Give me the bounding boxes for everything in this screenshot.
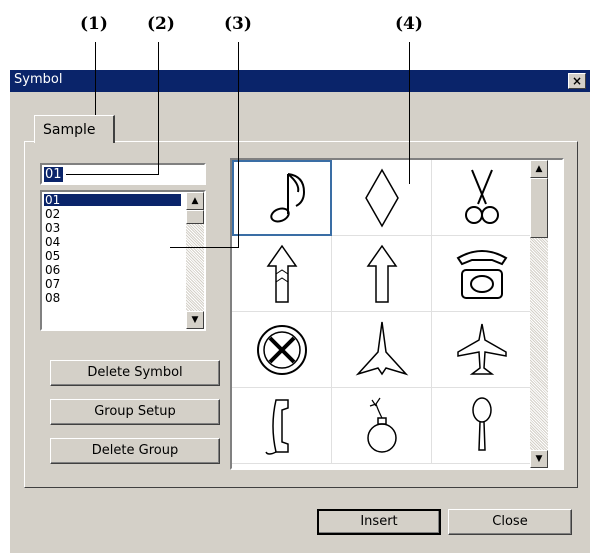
airplane-icon	[457, 323, 507, 375]
music-note-icon	[270, 173, 306, 223]
jet-icon	[355, 321, 409, 376]
callout-3: (3)	[224, 14, 252, 34]
scissors-icon	[465, 169, 499, 224]
list-item[interactable]: 01	[44, 194, 181, 206]
list-item[interactable]: 04	[44, 236, 181, 248]
leader-line-2	[158, 42, 159, 174]
wheel-icon	[257, 325, 307, 375]
tab-sample[interactable]: Sample	[34, 115, 115, 143]
symbol-name-value: 01	[44, 167, 63, 182]
arrow-up-icon	[266, 244, 298, 303]
scroll-thumb[interactable]	[530, 178, 548, 238]
bomb-icon	[367, 397, 397, 453]
scroll-up-icon[interactable]: ▲	[186, 192, 204, 210]
symbol-cell[interactable]	[432, 312, 532, 388]
scroll-down-icon[interactable]: ▼	[530, 450, 548, 468]
symbol-cell[interactable]	[232, 236, 332, 312]
symbol-cell[interactable]	[232, 388, 332, 464]
scroll-thumb[interactable]	[186, 210, 204, 224]
symbol-cell[interactable]	[332, 312, 432, 388]
symbol-cell[interactable]	[332, 388, 432, 464]
symbol-cell[interactable]	[432, 388, 532, 464]
leader-line-3-horizontal	[170, 247, 239, 248]
symbol-cell[interactable]	[332, 160, 432, 236]
telephone-icon	[456, 250, 508, 299]
tab-sample-label: Sample	[43, 122, 96, 138]
list-item[interactable]: 07	[44, 278, 181, 290]
list-scrollbar[interactable]: ▲ ▼	[186, 192, 204, 329]
list-item[interactable]: 03	[44, 222, 181, 234]
close-window-button[interactable]: ×	[568, 73, 586, 89]
list-item[interactable]: 06	[44, 264, 181, 276]
list-item[interactable]: 08	[44, 292, 181, 304]
arrow-up-outline-icon	[366, 244, 398, 303]
leader-line-2-horizontal	[66, 174, 159, 175]
symbol-cell[interactable]	[432, 160, 532, 236]
title-bar[interactable]: Symbol ×	[10, 70, 590, 92]
callout-4: (4)	[395, 14, 423, 34]
leader-line-3	[238, 42, 239, 247]
close-button[interactable]: Close	[448, 509, 572, 535]
callout-2: (2)	[147, 14, 175, 34]
delete-group-button[interactable]: Delete Group	[50, 438, 220, 464]
diamond-icon	[365, 168, 399, 228]
scroll-down-icon[interactable]: ▼	[186, 311, 204, 329]
leader-line-4	[409, 42, 410, 184]
callout-1: (1)	[80, 14, 108, 34]
symbol-list[interactable]: 01 02 03 04 05 06 07 08 ▲ ▼	[40, 190, 206, 331]
symbol-cell[interactable]	[232, 160, 332, 236]
symbol-grid: ▲ ▼	[230, 158, 564, 470]
group-setup-button[interactable]: Group Setup	[50, 399, 220, 425]
window-title: Symbol	[14, 72, 63, 87]
leader-line-1	[95, 42, 96, 116]
symbol-cell[interactable]	[232, 312, 332, 388]
scroll-up-icon[interactable]: ▲	[530, 160, 548, 178]
list-item[interactable]: 02	[44, 208, 181, 220]
delete-symbol-button[interactable]: Delete Symbol	[50, 360, 220, 386]
spoon-icon	[472, 397, 492, 451]
grid-scrollbar[interactable]: ▲ ▼	[530, 160, 548, 468]
symbol-cell[interactable]	[332, 236, 432, 312]
phone-handset-icon	[265, 399, 289, 455]
list-item[interactable]: 05	[44, 250, 181, 262]
symbol-cell[interactable]	[432, 236, 532, 312]
insert-button[interactable]: Insert	[317, 509, 441, 535]
